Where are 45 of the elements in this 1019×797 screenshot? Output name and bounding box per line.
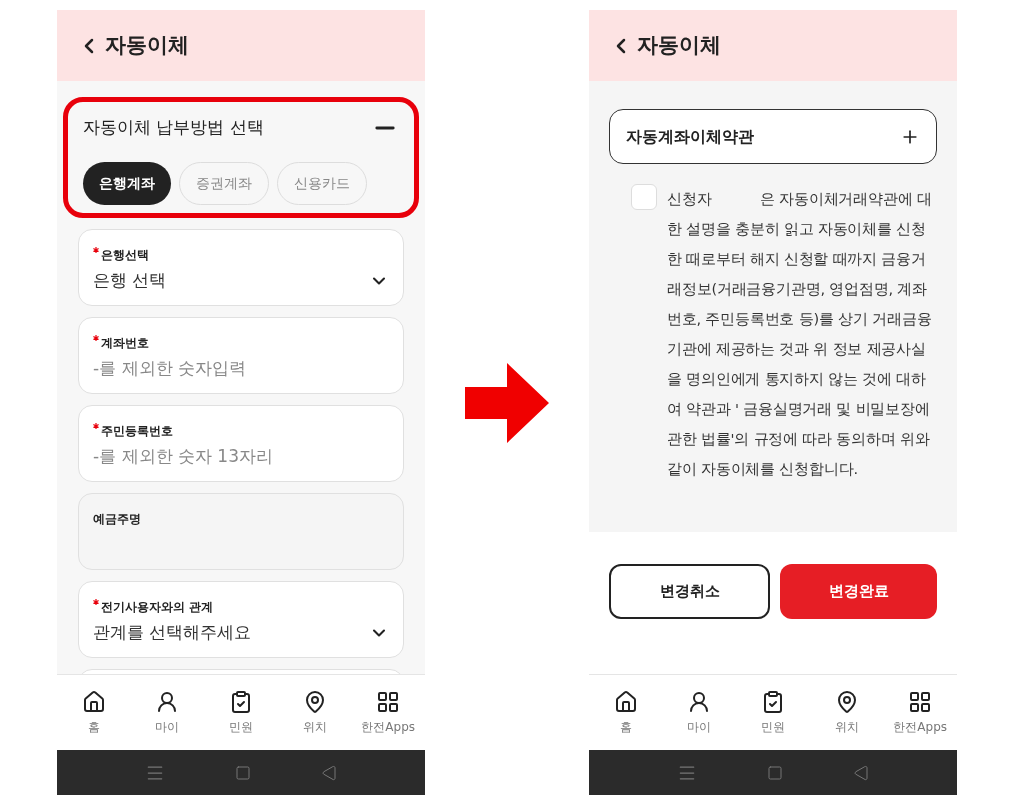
field-value: 관계를 선택해주세요 [93, 621, 252, 644]
field-label: 은행선택 [101, 247, 149, 264]
nav-item[interactable]: 한전Apps [883, 675, 957, 750]
page-title: 자동이체 [637, 31, 721, 59]
method-chip[interactable]: 은행계좌 [83, 162, 171, 205]
home-button-icon[interactable] [767, 764, 783, 781]
method-chip[interactable]: 신용카드 [277, 162, 367, 205]
nav-item[interactable]: 홈 [57, 675, 131, 750]
method-chip[interactable]: 증권계좌 [179, 162, 269, 205]
back-button-icon[interactable] [321, 764, 337, 781]
back-button-icon[interactable] [853, 764, 869, 781]
text-field[interactable]: 계좌번호 -를 제외한 숫자입력 [78, 317, 404, 394]
input-field[interactable]: -를 제외한 숫자 13자리 [93, 444, 389, 470]
field-value: 은행 선택 [93, 269, 167, 292]
select-field[interactable]: 전기사용자와의 관계 관계를 선택해주세요 [78, 581, 404, 658]
clipboard-check-icon [229, 689, 253, 714]
field-label: 전기사용자와의 관계 [101, 599, 214, 616]
nav-item[interactable]: 민원 [204, 675, 278, 750]
page-title: 자동이체 [105, 31, 189, 59]
section-title: 자동이체 납부방법 선택 [83, 116, 264, 140]
input-field[interactable]: -를 제외한 숫자입력 [93, 356, 389, 382]
grid-icon [908, 689, 933, 714]
home-icon [613, 689, 638, 714]
confirm-button[interactable]: 변경완료 [780, 564, 937, 619]
agreement-text: 신청자 은 자동이체거래약관에 대한 설명을 충분히 읽고 자동이체를 신청한 때로부터 해지 신청할 때까지 금융거래정보(거래금융기관명, 영업점명, 계좌번호, 주민등록번호 등)를 상기 거래금융기관에 제공하는 것과 위 정보 제공사실을 명의인에게 통지하지 않는 것에 대하여 약관과 ' 금융실명거래 및 비밀보장에 관한 법률'의 규정에 따라 동의하며 위와 같이 자동이체를 신청합니다. [667, 190, 933, 479]
nav-item[interactable]: 위치 [277, 675, 352, 750]
field-label: 계좌번호 [101, 335, 149, 352]
field-label: 주민등록번호 [101, 423, 173, 440]
nav-item[interactable]: 위치 [809, 675, 884, 750]
arrow-icon [465, 362, 549, 443]
select-field[interactable]: 은행선택 은행 선택 [78, 229, 404, 306]
nav-item[interactable]: 민원 [736, 675, 810, 750]
nav-item[interactable]: 홈 [589, 675, 663, 750]
home-button-icon[interactable] [235, 764, 251, 781]
grid-icon [376, 689, 401, 714]
terms-accordion[interactable]: 자동계좌이체약관 [609, 109, 937, 164]
nav-item[interactable]: 마이 [130, 675, 205, 750]
home-icon [81, 689, 106, 714]
clipboard-check-icon [761, 689, 785, 714]
nav-item[interactable]: 마이 [662, 675, 737, 750]
field-label: 예금주명 [93, 511, 141, 528]
agree-checkbox[interactable] [631, 184, 657, 210]
text-field[interactable]: 주민등록번호 -를 제외한 숫자 13자리 [78, 405, 404, 482]
cancel-button[interactable]: 변경취소 [609, 564, 770, 619]
nav-item[interactable]: 한전Apps [351, 675, 425, 750]
